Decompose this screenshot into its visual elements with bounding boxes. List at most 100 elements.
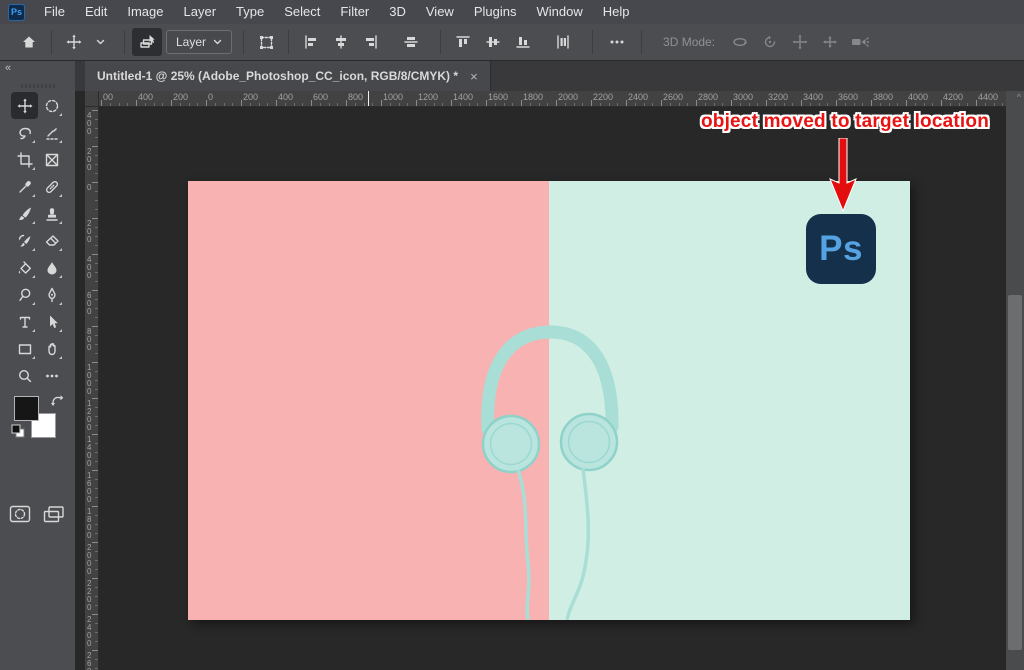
auto-select-toggle[interactable]: [132, 28, 162, 56]
ruler-tick: [197, 103, 199, 106]
tool-pen[interactable]: [38, 281, 65, 308]
align-top-button[interactable]: [448, 28, 478, 56]
ruler-label: 1000: [383, 92, 404, 102]
tool-frame[interactable]: [38, 146, 65, 173]
ruler-tick: [416, 100, 417, 106]
ruler-tick: [95, 569, 98, 570]
ruler-tick: [844, 103, 846, 106]
ruler-tick: [95, 668, 98, 669]
tool-brush[interactable]: [11, 200, 38, 227]
menu-item-edit[interactable]: Edit: [75, 0, 117, 24]
moved-ps-icon-layer[interactable]: Ps: [806, 214, 876, 284]
screen-mode-button[interactable]: [42, 504, 66, 529]
ruler-tick: [739, 103, 741, 106]
menu-item-filter[interactable]: Filter: [330, 0, 379, 24]
ruler-tick: [241, 100, 242, 106]
ruler-tick: [634, 103, 636, 106]
tool-move[interactable]: [11, 92, 38, 119]
default-colors-button[interactable]: [11, 424, 26, 444]
paint-bucket-icon: [18, 260, 31, 274]
tool-rectangle[interactable]: [11, 335, 38, 362]
document-tab-title: Untitled-1 @ 25% (Adobe_Photoshop_CC_ico…: [97, 69, 459, 83]
tool-blur[interactable]: [38, 254, 65, 281]
separator: [440, 30, 442, 54]
align-left-button[interactable]: [296, 28, 326, 56]
foreground-color-swatch[interactable]: [14, 396, 39, 421]
ruler-tick: [836, 100, 837, 106]
tool-spot-healing-brush[interactable]: [38, 173, 65, 200]
swap-colors-button[interactable]: [50, 394, 64, 412]
more-align-options-button[interactable]: [600, 28, 634, 56]
menu-item-view[interactable]: View: [416, 0, 464, 24]
tool-dodge[interactable]: [11, 281, 38, 308]
quick-mask-button[interactable]: [9, 504, 31, 529]
vertical-scrollbar-thumb[interactable]: [1008, 295, 1022, 650]
menu-item-plugins[interactable]: Plugins: [464, 0, 527, 24]
menu-item-3d[interactable]: 3D: [379, 0, 416, 24]
tool-clone-stamp[interactable]: [38, 200, 65, 227]
3d-roll-button: [755, 28, 785, 56]
vertical-scrollbar[interactable]: ^: [1006, 91, 1024, 670]
tool-path-selection[interactable]: [38, 308, 65, 335]
ruler-tick: [95, 344, 98, 345]
tool-preset-chevron[interactable]: [85, 28, 115, 56]
ruler-tick: [171, 100, 172, 106]
tool-eyedropper[interactable]: [11, 173, 38, 200]
horizontal-ruler[interactable]: 00 400 200 0 200 400 600 800 1000 1200 1400 1600 180…: [99, 91, 1006, 107]
tool-crop[interactable]: [11, 146, 38, 173]
tool-zoom[interactable]: [11, 362, 38, 389]
menu-item-image[interactable]: Image: [117, 0, 173, 24]
swap-colors-icon: [51, 395, 64, 406]
vertical-ruler[interactable]: 4 0 0 2 0 0 0 2 0 0 4 0 0 6 0 0 8 0 0 1 0 0 0 1 …: [85, 107, 99, 670]
menu-item-layer[interactable]: Layer: [174, 0, 227, 24]
ruler-tick: [591, 100, 592, 106]
tool-type[interactable]: [11, 308, 38, 335]
tool-object-selection[interactable]: [38, 119, 65, 146]
auto-select-target-value: Layer: [176, 35, 207, 49]
document-workspace[interactable]: 00 400 200 0 200 400 600 800 1000 1200 1400 1600 180…: [75, 91, 1024, 670]
ruler-origin-corner[interactable]: [85, 91, 99, 107]
panel-grip[interactable]: [20, 84, 55, 88]
menu-item-type[interactable]: Type: [226, 0, 274, 24]
tool-paint-bucket[interactable]: [11, 254, 38, 281]
ruler-tick: [95, 119, 98, 120]
menu-item-select[interactable]: Select: [274, 0, 330, 24]
ruler-tick: [95, 227, 98, 228]
distribute-horizontal-centers-button[interactable]: [548, 28, 578, 56]
ruler-tick: [486, 100, 487, 106]
close-tab-button[interactable]: ×: [470, 69, 478, 84]
scrollbar-caret-icon[interactable]: ^: [1017, 92, 1021, 102]
ruler-tick: [389, 103, 391, 106]
canvas[interactable]: Ps: [188, 181, 910, 620]
menu-item-file[interactable]: File: [34, 0, 75, 24]
tool-eraser[interactable]: [38, 227, 65, 254]
align-vertical-centers-button[interactable]: [478, 28, 508, 56]
distribute-vertical-centers-button[interactable]: [396, 28, 426, 56]
ruler-tick: [95, 299, 98, 300]
tool-hand[interactable]: [38, 335, 65, 362]
menu-item-help[interactable]: Help: [593, 0, 640, 24]
tool-history-brush[interactable]: [11, 227, 38, 254]
ruler-tick: [276, 100, 277, 106]
tool-elliptical-marquee[interactable]: [38, 92, 65, 119]
tool-edit-toolbar[interactable]: [38, 362, 65, 389]
collapse-panel-button[interactable]: «: [5, 62, 11, 74]
document-tab[interactable]: Untitled-1 @ 25% (Adobe_Photoshop_CC_ico…: [85, 61, 491, 91]
auto-select-target-dropdown[interactable]: Layer: [166, 30, 233, 54]
align-bottom-button[interactable]: [508, 28, 538, 56]
ruler-tick: [433, 103, 435, 106]
ruler-tick: [144, 103, 146, 106]
show-transform-controls-toggle[interactable]: [251, 28, 281, 56]
menu-item-window[interactable]: Window: [526, 0, 592, 24]
ruler-tick: [608, 103, 610, 106]
ruler-tick: [95, 236, 98, 237]
ruler-tick: [328, 103, 330, 106]
ruler-label: 2 2 0 0: [87, 579, 92, 612]
ruler-tick: [118, 103, 120, 106]
align-horizontal-centers-button[interactable]: [326, 28, 356, 56]
home-button[interactable]: [14, 28, 44, 56]
ruler-tick: [95, 380, 98, 381]
align-right-button[interactable]: [356, 28, 386, 56]
ruler-tick: [319, 103, 321, 106]
tool-lasso[interactable]: [11, 119, 38, 146]
